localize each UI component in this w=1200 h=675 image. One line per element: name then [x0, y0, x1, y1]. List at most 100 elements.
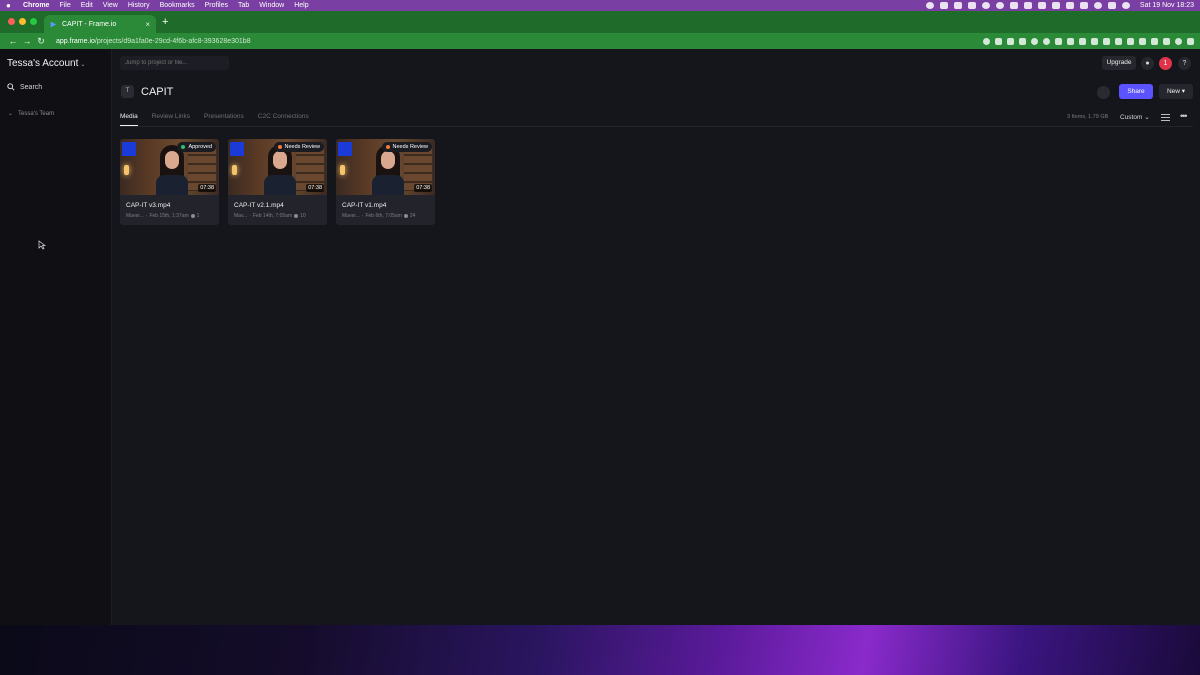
minimize-window-button[interactable]	[19, 18, 26, 25]
status-app-icon[interactable]	[967, 2, 976, 9]
share-button[interactable]: Share	[1119, 84, 1153, 99]
status-badge[interactable]: Needs Review	[273, 142, 324, 152]
menu-bar-status-area: Sat 19 Nov 18:23	[925, 2, 1194, 9]
video-thumbnail[interactable]: Needs Review 07:38	[228, 139, 327, 195]
status-app-icon[interactable]	[981, 2, 990, 9]
extension-icon[interactable]	[1115, 37, 1122, 45]
reload-icon[interactable]: ↻	[34, 36, 48, 47]
status-app-icon[interactable]	[925, 2, 934, 9]
video-thumbnail[interactable]: Approved 07:38	[120, 139, 219, 195]
status-dot	[181, 145, 186, 149]
account-switcher[interactable]: Tessa's Account ⌄	[7, 58, 85, 69]
screen: ● Chrome File Edit View History Bookmark…	[0, 0, 1200, 675]
menu-bar-clock[interactable]: Sat 19 Nov 18:23	[1140, 2, 1194, 9]
extension-icon[interactable]	[1091, 37, 1098, 45]
tab-presentations[interactable]: Presentations	[204, 113, 244, 126]
desktop-wallpaper	[0, 625, 1200, 675]
share-page-icon[interactable]	[995, 37, 1002, 45]
extension-icon[interactable]	[1019, 37, 1026, 45]
list-view-icon[interactable]	[1161, 114, 1170, 121]
bookmark-star-icon[interactable]	[1007, 37, 1014, 45]
search-icon[interactable]	[1093, 2, 1102, 9]
asset-name[interactable]: CAP-IT v3.mp4	[126, 202, 170, 209]
puzzle-icon[interactable]	[1139, 37, 1146, 45]
status-badge[interactable]: Needs Review	[381, 142, 432, 152]
asset-name[interactable]: CAP-IT v1.mp4	[342, 202, 386, 209]
menu-bookmarks[interactable]: Bookmarks	[160, 2, 195, 9]
asset-card[interactable]: Approved 07:38 CAP-IT v3.mp4 Maver... · Fe…	[120, 139, 219, 225]
extension-icon[interactable]	[1151, 37, 1158, 45]
chevron-down-icon: ⌄	[8, 111, 14, 117]
more-options-icon[interactable]: •••	[1180, 111, 1188, 121]
project-item-count: 3 Items, 1.79 GB	[1067, 114, 1109, 120]
asset-card[interactable]: Needs Review 07:38 CAP-IT v1.mp4 Maver..…	[336, 139, 435, 225]
bluetooth-icon[interactable]	[1065, 2, 1074, 9]
extension-icon[interactable]	[1079, 37, 1086, 45]
search-icon	[7, 83, 15, 91]
tab-media[interactable]: Media	[120, 113, 138, 126]
browser-address-bar: ← → ↻ app.frame.io/projects/d9a1fa0e-29c…	[0, 33, 1200, 49]
menu-chrome[interactable]: Chrome	[23, 2, 49, 9]
help-icon[interactable]: ?	[1178, 57, 1191, 70]
menu-view[interactable]: View	[103, 2, 118, 9]
chrome-menu-icon[interactable]	[1187, 37, 1194, 45]
sidepanel-icon[interactable]	[1163, 37, 1170, 45]
tab-review-links[interactable]: Review Links	[152, 113, 190, 126]
menu-history[interactable]: History	[128, 2, 150, 9]
asset-card[interactable]: Needs Review 07:38 CAP-IT v2.1.mp4 Mav..…	[228, 139, 327, 225]
wifi-icon[interactable]	[1079, 2, 1088, 9]
status-app-icon[interactable]	[939, 2, 948, 9]
account-name: Tessa's Account	[7, 58, 79, 69]
status-app-icon[interactable]	[995, 2, 1004, 9]
new-button[interactable]: New ▾	[1159, 84, 1193, 99]
browser-tab[interactable]: CAPIT - Frame.io ×	[44, 15, 156, 33]
new-tab-button[interactable]: +	[162, 16, 168, 28]
frameio-favicon-icon	[50, 21, 57, 27]
siri-icon[interactable]	[1121, 2, 1130, 9]
status-app-icon[interactable]	[953, 2, 962, 9]
status-app-icon[interactable]	[1009, 2, 1018, 9]
invite-user-icon[interactable]: ●	[1141, 57, 1154, 70]
control-center-icon[interactable]	[1107, 2, 1116, 9]
extension-icon[interactable]	[1043, 37, 1050, 45]
close-window-button[interactable]	[8, 18, 15, 25]
profile-avatar-icon[interactable]	[1175, 37, 1182, 45]
add-collaborator-icon[interactable]	[1097, 86, 1110, 99]
google-lens-icon[interactable]	[983, 37, 990, 45]
asset-date: Feb 6th, 7:05am	[365, 213, 402, 219]
menu-file[interactable]: File	[59, 2, 70, 9]
jump-to-search-input[interactable]	[120, 56, 229, 70]
extension-icon[interactable]	[1127, 37, 1134, 45]
sort-dropdown[interactable]: Custom ⌄	[1120, 113, 1150, 121]
thumbnail-monitor	[230, 142, 244, 156]
extension-icon[interactable]	[1103, 37, 1110, 45]
status-app-icon[interactable]	[1023, 2, 1032, 9]
project-title: CAPIT	[141, 86, 174, 98]
back-arrow-icon[interactable]: ←	[6, 36, 20, 46]
user-icon[interactable]	[1051, 2, 1060, 9]
zoom-window-button[interactable]	[30, 18, 37, 25]
comment-icon	[294, 214, 299, 218]
menu-help[interactable]: Help	[294, 2, 308, 9]
menu-profiles[interactable]: Profiles	[205, 2, 228, 9]
menu-edit[interactable]: Edit	[81, 2, 93, 9]
menu-tab[interactable]: Tab	[238, 2, 249, 9]
url-field[interactable]: app.frame.io/projects/d9a1fa0e-29cd-4f6b…	[56, 38, 251, 45]
sidebar-item-team[interactable]: ⌄ Tessa's Team	[8, 110, 54, 118]
extension-icon[interactable]	[1067, 37, 1074, 45]
sidebar-search[interactable]: Search	[7, 83, 42, 91]
asset-name[interactable]: CAP-IT v2.1.mp4	[234, 202, 284, 209]
tab-c2c-connections[interactable]: C2C Connections	[258, 113, 309, 126]
apple-icon[interactable]: ●	[6, 1, 13, 10]
close-tab-icon[interactable]: ×	[145, 20, 150, 29]
menu-window[interactable]: Window	[259, 2, 284, 9]
volume-icon[interactable]	[1037, 2, 1046, 9]
extension-icon[interactable]	[1031, 37, 1038, 45]
forward-arrow-icon[interactable]: →	[20, 36, 34, 46]
extension-icon[interactable]	[1055, 37, 1062, 45]
thumbnail-face	[165, 151, 179, 169]
notifications-badge[interactable]: 1	[1159, 57, 1172, 70]
upgrade-button[interactable]: Upgrade	[1102, 56, 1136, 70]
status-badge[interactable]: Approved	[177, 142, 216, 152]
video-thumbnail[interactable]: Needs Review 07:38	[336, 139, 435, 195]
